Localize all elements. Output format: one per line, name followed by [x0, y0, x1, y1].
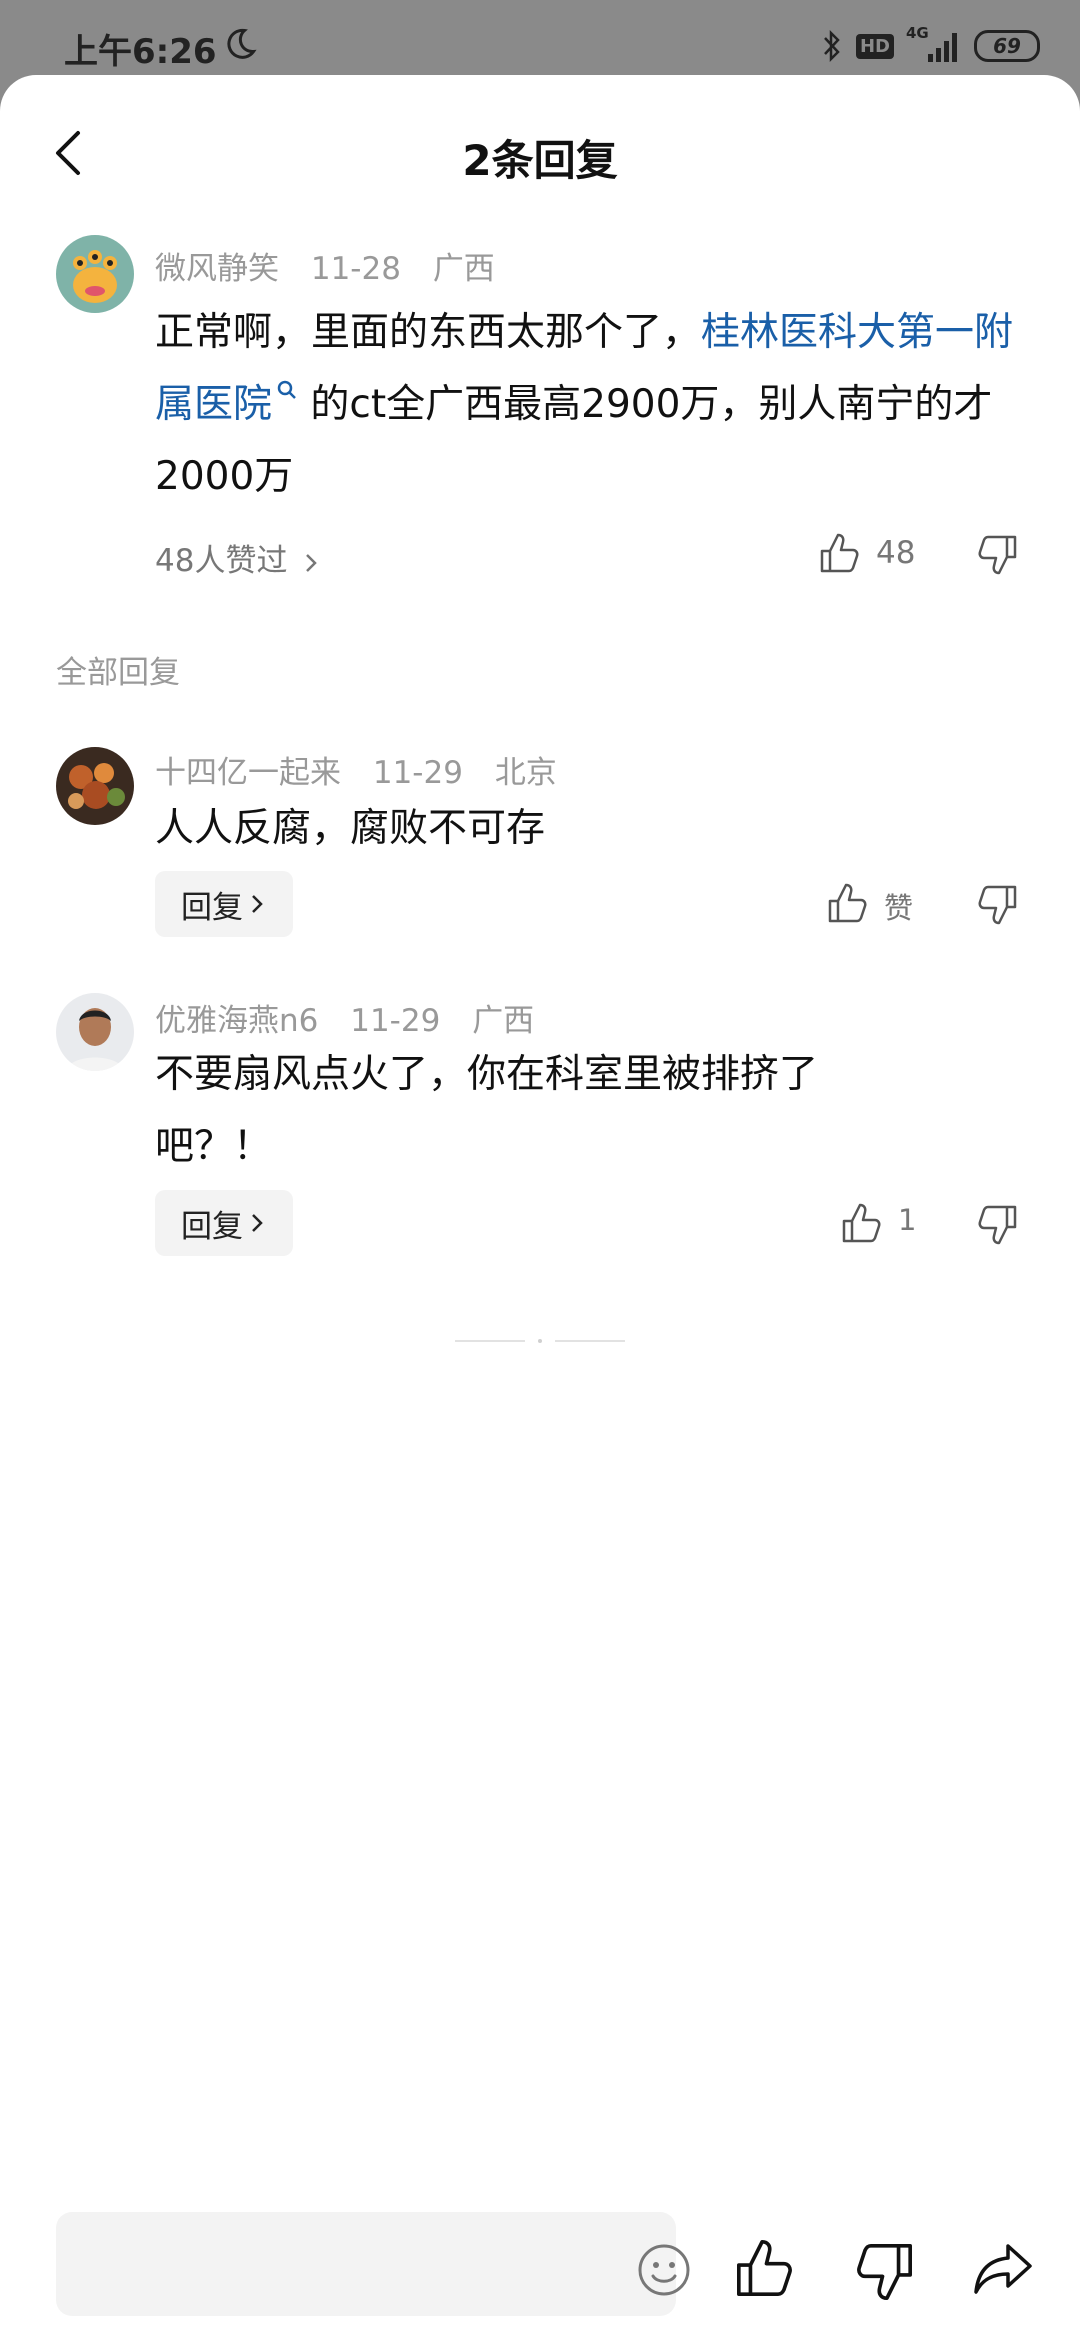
chevron-right-icon: [252, 895, 263, 913]
search-icon: [277, 380, 296, 399]
comment-text: 正常啊，里面的东西太那个了，桂林医科大第一附属医院 的ct全广西最高2900万，…: [155, 297, 1015, 513]
like-count: 1: [898, 1203, 917, 1237]
thumbs-up-icon[interactable]: [840, 1201, 884, 1245]
like-label: 赞: [884, 891, 914, 925]
avatar[interactable]: [56, 993, 134, 1071]
battery-indicator: 69: [974, 30, 1040, 62]
reply-button[interactable]: 回复: [155, 871, 293, 937]
thumbs-up-icon[interactable]: [818, 531, 862, 575]
reply-meta: 十四亿一起来 11-29 北京: [155, 747, 579, 792]
avatar[interactable]: [56, 235, 134, 313]
hd-badge: HD: [855, 33, 894, 59]
reply-date: 11-29: [372, 755, 463, 791]
reply-location: 北京: [494, 755, 557, 791]
reply-button[interactable]: 回复: [155, 1190, 293, 1256]
thumbs-up-icon[interactable]: [733, 2236, 797, 2300]
thumbs-down-icon[interactable]: [975, 883, 1019, 927]
likes-summary[interactable]: 48人赞过: [155, 543, 287, 579]
avatar-image: [56, 235, 134, 313]
thumbs-down-icon[interactable]: [852, 2240, 916, 2304]
comment-date: 11-28: [310, 251, 401, 287]
reply-location: 广西: [472, 1003, 535, 1039]
bottom-bar: [0, 2200, 1080, 2340]
header: 2条回复: [0, 75, 1080, 230]
chevron-right-icon: [306, 553, 318, 572]
avatar[interactable]: [56, 747, 134, 825]
status-indicators: HD 4G 69: [820, 24, 1040, 66]
status-time: 上午6:26: [64, 32, 217, 72]
replies-sheet: 2条回复 微风静笑 11-28 广西 正常啊，里面的东西太那个了，桂林医科大第一…: [0, 75, 1080, 2340]
reply-text: 不要扇风点火了，你在科室里被排挤了吧？！: [155, 1052, 819, 1169]
moon-icon: [227, 28, 257, 59]
reply-meta: 优雅海燕n6 11-29 广西: [155, 995, 556, 1040]
thumbs-up-icon[interactable]: [826, 881, 870, 925]
author-name[interactable]: 优雅海燕n6: [155, 1003, 318, 1039]
thumbs-down-icon[interactable]: [975, 1203, 1019, 1247]
comment-location: 广西: [432, 251, 495, 287]
reply-date: 11-29: [350, 1003, 441, 1039]
reply-button-label[interactable]: 回复: [181, 1201, 243, 1246]
likes-summary-link[interactable]: 48人赞过: [155, 535, 321, 580]
page-title: 2条回复: [462, 136, 618, 185]
avatar-image: [56, 993, 134, 1071]
section-label: 全部回复: [56, 655, 180, 691]
chevron-right-icon: [252, 1214, 263, 1232]
reply-text: 人人反腐，腐败不可存: [155, 806, 546, 851]
reply-button-label[interactable]: 回复: [181, 882, 243, 927]
bluetooth-icon: [824, 29, 840, 63]
avatar-image: [56, 747, 134, 825]
thumbs-down-icon[interactable]: [975, 533, 1019, 577]
comment-text-before: 正常啊，里面的东西太那个了，: [155, 310, 702, 355]
emoji-icon[interactable]: [636, 2242, 692, 2298]
signal-icon: [928, 33, 957, 62]
author-name[interactable]: 微风静笑: [155, 251, 279, 287]
like-count: 48: [876, 535, 916, 571]
author-name[interactable]: 十四亿一起来: [155, 755, 341, 791]
share-icon[interactable]: [972, 2236, 1036, 2300]
comment-meta: 微风静笑 11-28 广西: [155, 243, 517, 288]
comment-input[interactable]: [56, 2212, 690, 2316]
end-of-list-divider: [455, 1339, 625, 1343]
signal-indicator: 4G: [906, 24, 962, 64]
